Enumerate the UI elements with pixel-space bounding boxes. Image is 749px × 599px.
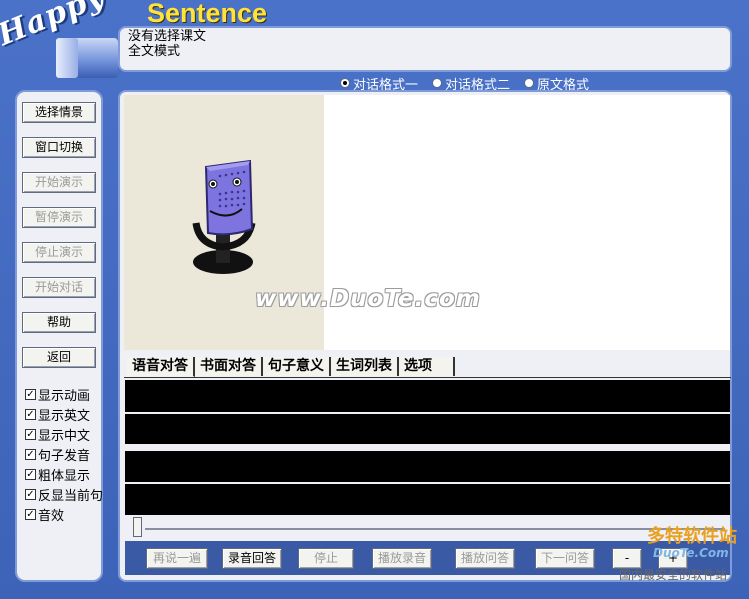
corner-watermark: 多特软件站 DuoTe.Com 国内最安全的软件站 [617,522,745,582]
select-scene-button[interactable]: 选择情景 [22,102,96,123]
tab-sentence-meaning[interactable]: 句子意义 [263,357,331,376]
watermark-corner-domain: DuoTe.Com [653,546,729,560]
answer-english-display [125,451,730,482]
tab-written-dialog[interactable]: 书面对答 [195,357,263,376]
chinese-text-display [125,414,730,444]
english-text-display [125,380,730,412]
next-qa-button[interactable]: 下一问答 [535,548,595,569]
logo-sentence: Sentence [147,0,268,28]
play-recording-button[interactable]: 播放录音 [372,548,432,569]
checkbox-bold-display[interactable]: ✓ 粗体显示 [25,464,103,484]
tab-vocabulary[interactable]: 生词列表 [331,357,399,376]
checkbox-checked-icon: ✓ [25,428,36,440]
radio-format-1[interactable]: 对话格式一 [340,75,418,93]
format-radio-group: 对话格式一 对话格式二 原文格式 [340,75,589,93]
lesson-info-panel: 没有选择课文 全文模式 [118,26,732,72]
logo-graphic-highlight [56,38,78,78]
checkbox-checked-icon: ✓ [25,388,36,400]
stop-button[interactable]: 停止 [298,548,354,569]
stop-demo-button[interactable]: 停止演示 [22,242,96,263]
checkbox-show-chinese[interactable]: ✓ 显示中文 [25,424,103,444]
checkbox-highlight-current[interactable]: ✓ 反显当前句 [25,484,103,504]
checkbox-checked-icon: ✓ [25,448,36,460]
radio-format-2[interactable]: 对话格式二 [432,75,510,93]
record-answer-button[interactable]: 录音回答 [222,548,282,569]
sidebar-panel: 选择情景 窗口切换 开始演示 暂停演示 停止演示 开始对话 帮助 返回 ✓ 显示动… [15,90,103,582]
play-qa-button[interactable]: 播放问答 [455,548,515,569]
tab-bar: 语音对答 书面对答 句子意义 生词列表 选项 [127,357,455,377]
radio-dot-icon [432,78,443,88]
radio-format-original[interactable]: 原文格式 [524,75,589,93]
checkbox-show-animation[interactable]: ✓ 显示动画 [25,384,103,404]
pause-demo-button[interactable]: 暂停演示 [22,207,96,228]
start-dialog-button[interactable]: 开始对话 [22,277,96,298]
lesson-status: 没有选择课文 [128,29,207,44]
checkbox-sentence-audio[interactable]: ✓ 句子发音 [25,444,103,464]
checkbox-checked-icon: ✓ [25,468,36,480]
checkbox-checked-icon: ✓ [25,488,36,500]
tab-options[interactable]: 选项 [399,357,455,376]
display-options: ✓ 显示动画 ✓ 显示英文 ✓ 显示中文 ✓ 句子发音 ✓ 粗体显示 ✓ 反显当前句 ✓ 音效 [25,384,103,524]
watermark-text: www.DuoTe.com [255,286,481,312]
switch-window-button[interactable]: 窗口切换 [22,137,96,158]
tab-voice-dialog[interactable]: 语音对答 [127,357,195,377]
help-button[interactable]: 帮助 [22,312,96,333]
repeat-button[interactable]: 再说一遍 [146,548,208,569]
answer-chinese-display [125,484,730,515]
start-demo-button[interactable]: 开始演示 [22,172,96,193]
progress-slider-thumb[interactable] [133,517,142,537]
back-button[interactable]: 返回 [22,347,96,368]
checkbox-checked-icon: ✓ [25,508,36,520]
checkbox-show-english[interactable]: ✓ 显示英文 [25,404,103,424]
radio-dot-icon [340,78,350,88]
tab-divider [124,377,731,378]
checkbox-checked-icon: ✓ [25,408,36,420]
watermark-corner-title: 多特软件站 [647,526,737,547]
checkbox-sound-effects[interactable]: ✓ 音效 [25,504,103,524]
radio-dot-icon [524,78,535,88]
mode-status: 全文模式 [128,44,181,59]
watermark-corner-slogan: 国内最安全的软件站 [619,568,728,582]
